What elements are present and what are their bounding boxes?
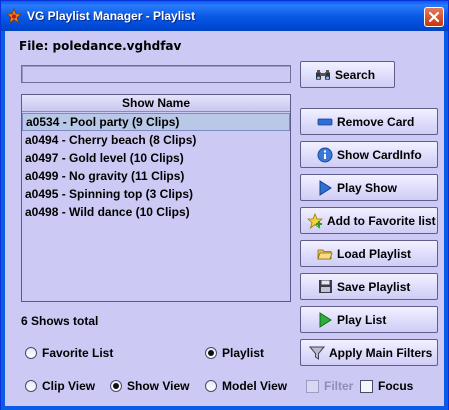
load-playlist-button[interactable]: Load Playlist	[300, 240, 438, 267]
play-icon	[317, 179, 333, 196]
list-item[interactable]: a0494 - Cherry beach (8 Clips)	[22, 131, 290, 149]
star-add-icon	[307, 212, 323, 229]
playlist-radio[interactable]: Playlist	[205, 346, 264, 360]
search-input[interactable]	[21, 65, 291, 83]
column-header-show-name[interactable]: Show Name	[22, 95, 290, 112]
filter-label: Filter	[324, 379, 354, 393]
save-playlist-label: Save Playlist	[337, 279, 411, 294]
clip-view-label: Clip View	[42, 379, 96, 393]
apply-main-filters-label: Apply Main Filters	[329, 345, 433, 360]
favorite-list-radio[interactable]: Favorite List	[25, 346, 113, 360]
model-view-label: Model View	[222, 379, 288, 393]
show-view-radio[interactable]: Show View	[110, 379, 189, 393]
window-border-left	[1, 31, 5, 407]
open-folder-icon	[317, 246, 333, 262]
shows-total-label: 6 Shows total	[21, 314, 99, 328]
model-view-radio[interactable]: Model View	[205, 379, 287, 393]
radio-indicator[interactable]	[25, 347, 37, 359]
add-to-favorite-label: Add to Favorite list	[327, 213, 436, 228]
list-item[interactable]: a0495 - Spinning top (3 Clips)	[22, 185, 290, 203]
play-list-button[interactable]: Play List	[300, 306, 438, 333]
filter-funnel-icon	[309, 345, 325, 361]
remove-card-button[interactable]: Remove Card	[300, 108, 438, 135]
radio-indicator[interactable]	[25, 380, 37, 392]
close-icon	[428, 11, 440, 23]
floppy-disk-icon	[317, 279, 333, 295]
list-item[interactable]: a0534 - Pool party (9 Clips)	[22, 113, 290, 131]
minus-icon	[317, 114, 333, 130]
apply-main-filters-button[interactable]: Apply Main Filters	[300, 339, 438, 366]
list-item[interactable]: a0497 - Gold level (10 Clips)	[22, 149, 290, 167]
info-icon	[317, 147, 333, 163]
filter-checkbox[interactable]: Filter	[306, 379, 353, 393]
show-list[interactable]: Show Name a0534 - Pool party (9 Clips) a…	[21, 94, 291, 302]
play-list-label: Play List	[337, 312, 387, 327]
add-to-favorite-button[interactable]: Add to Favorite list	[300, 207, 438, 234]
title-bar[interactable]: VG Playlist Manager - Playlist	[1, 1, 448, 31]
radio-indicator[interactable]	[205, 347, 217, 359]
focus-checkbox[interactable]: Focus	[360, 379, 413, 393]
show-cardinfo-button[interactable]: Show CardInfo	[300, 141, 438, 168]
search-button-label: Search	[335, 67, 376, 82]
playlist-label: Playlist	[222, 346, 265, 360]
list-item[interactable]: a0499 - No gravity (11 Clips)	[22, 167, 290, 185]
favorite-list-label: Favorite List	[42, 346, 114, 360]
focus-label: Focus	[378, 379, 414, 393]
show-cardinfo-label: Show CardInfo	[337, 147, 422, 162]
clip-view-radio[interactable]: Clip View	[25, 379, 95, 393]
checkbox-indicator[interactable]	[360, 379, 373, 393]
save-playlist-button[interactable]: Save Playlist	[300, 273, 438, 300]
close-button[interactable]	[424, 7, 444, 27]
play-show-label: Play Show	[337, 180, 398, 195]
search-button[interactable]: Search	[300, 61, 395, 88]
list-item[interactable]: a0498 - Wild dance (10 Clips)	[22, 203, 290, 221]
play-green-icon	[317, 311, 333, 328]
checkbox-indicator[interactable]	[306, 379, 319, 393]
window-title: VG Playlist Manager - Playlist	[27, 9, 196, 23]
show-view-label: Show View	[127, 379, 190, 393]
window-border-bottom	[1, 406, 448, 410]
window-border-right	[444, 31, 448, 407]
remove-card-label: Remove Card	[337, 114, 415, 129]
playlist-window: VG Playlist Manager - Playlist File: pol…	[0, 0, 449, 410]
radio-indicator[interactable]	[110, 380, 122, 392]
binoculars-icon	[315, 67, 331, 83]
file-label: File: poledance.vghdfav	[19, 39, 182, 53]
play-show-button[interactable]: Play Show	[300, 174, 438, 201]
radio-indicator[interactable]	[205, 380, 217, 392]
app-star-icon	[5, 7, 23, 25]
load-playlist-label: Load Playlist	[337, 246, 412, 261]
